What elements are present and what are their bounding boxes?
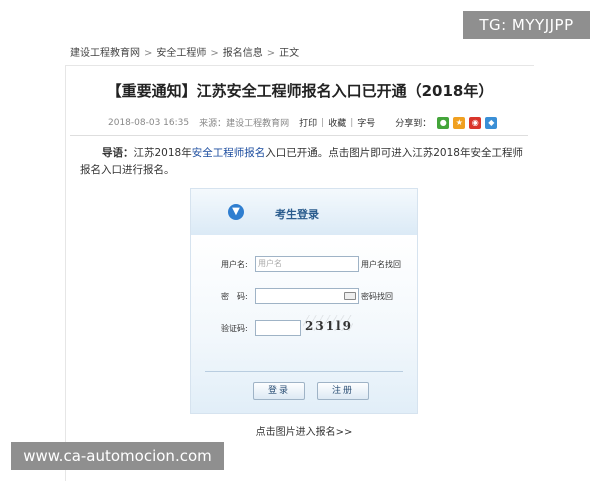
title-divider [70, 135, 528, 136]
breadcrumb-current: 正文 [279, 48, 300, 59]
watermark-site: www.ca-automocion.com [11, 442, 224, 470]
favorite-link[interactable]: 收藏 [328, 116, 346, 129]
breadcrumb: 建设工程教育网 > 安全工程师 > 报名信息 > 正文 [70, 48, 300, 59]
username-label: 用户名: [221, 260, 248, 269]
article-source: 来源：建设工程教育网 [199, 119, 290, 129]
registration-entry-image[interactable]: ▼ 考生登录 用户名: 用户名 用户名找回 密 码: 密码找回 验证码: 231… [190, 188, 418, 414]
login-button[interactable]: 登录 [253, 382, 305, 400]
captcha-input[interactable] [255, 320, 301, 336]
print-link[interactable]: 打印 [299, 116, 317, 129]
keyboard-icon[interactable] [344, 292, 356, 300]
watermark-tg: TG: MYYJJPP [463, 11, 590, 39]
username-input[interactable]: 用户名 [255, 256, 359, 272]
captcha-label: 验证码: [221, 324, 248, 333]
share-label: 分享到： [395, 119, 432, 129]
login-header: ▼ 考生登录 [191, 189, 417, 235]
article-date: 2018-08-03 16:35 [108, 117, 190, 128]
breadcrumb-registration-info[interactable]: 报名信息 [223, 48, 263, 59]
intro-lead: 导语： [102, 147, 134, 159]
page-title: 【重要通知】江苏安全工程师报名入口已开通（2018年） [106, 82, 494, 100]
login-title: 考生登录 [275, 208, 319, 221]
breadcrumb-safety-engineer[interactable]: 安全工程师 [156, 48, 206, 59]
register-button[interactable]: 注册 [317, 382, 369, 400]
font-size-link[interactable]: 字号 [357, 116, 375, 129]
qzone-share-icon[interactable]: ★ [453, 116, 466, 129]
login-body: 用户名: 用户名 用户名找回 密 码: 密码找回 验证码: 231l9 登录 注… [191, 235, 417, 413]
form-divider [205, 371, 403, 372]
username-recover-link[interactable]: 用户名找回 [361, 259, 401, 270]
weibo-share-icon[interactable]: ◉ [469, 116, 482, 129]
safety-engineer-registration-link[interactable]: 安全工程师报名 [192, 147, 266, 159]
wechat-share-icon[interactable]: ● [437, 116, 450, 129]
intro-text-before: 江苏2018年 [133, 147, 192, 159]
more-share-icon[interactable]: ◆ [485, 116, 498, 129]
password-label: 密 码: [221, 292, 248, 301]
breadcrumb-home[interactable]: 建设工程教育网 [70, 48, 140, 59]
captcha-image[interactable]: 231l9 [305, 319, 353, 333]
registration-caption-link[interactable]: 点击图片进入报名>> [190, 423, 418, 438]
arrow-down-icon: ▼ [228, 204, 244, 220]
article-meta: 2018-08-03 16:35 来源：建设工程教育网 打印 | 收藏 | 字号… [108, 116, 501, 129]
password-recover-link[interactable]: 密码找回 [361, 291, 393, 302]
password-input[interactable] [255, 288, 359, 304]
article-intro: 导语：江苏2018年安全工程师报名入口已开通。点击图片即可进入江苏2018年安全… [80, 145, 525, 179]
